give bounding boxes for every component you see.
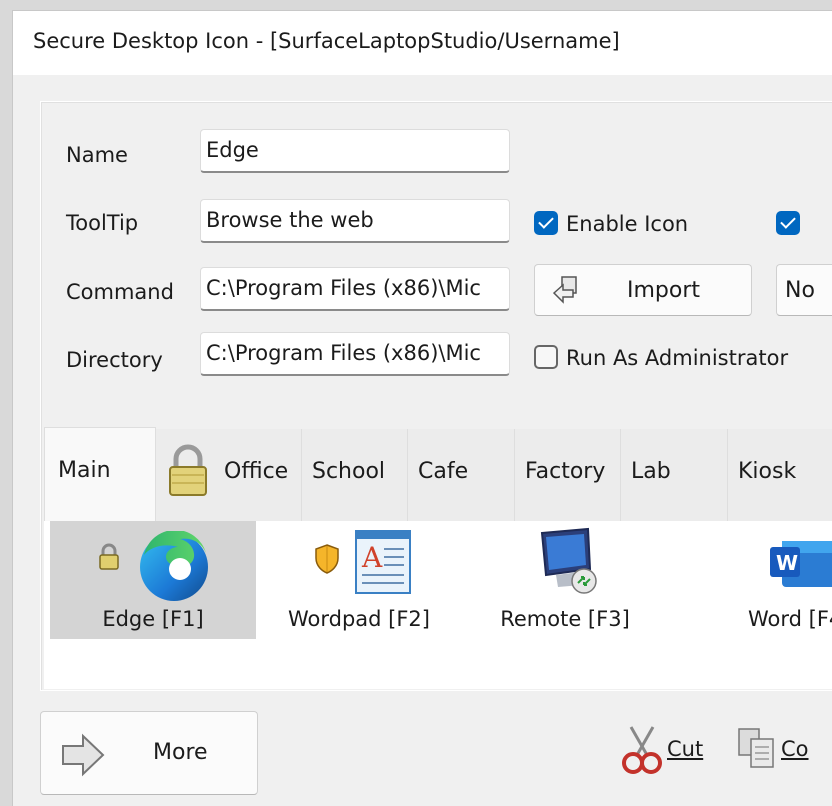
- remote-desktop-icon: [540, 527, 597, 594]
- tooltip-label: ToolTip: [66, 211, 139, 235]
- checkbox-checked-icon: [776, 211, 800, 235]
- mode-dropdown[interactable]: No: [776, 264, 832, 316]
- tab-cafe[interactable]: Cafe: [408, 429, 515, 521]
- tab-office[interactable]: Office: [156, 429, 302, 521]
- icon-list: Edge [F1] A Wordpad [F2] Remote [F3] W W…: [44, 521, 832, 689]
- icon-item-word[interactable]: W Word [F4: [668, 521, 832, 639]
- tab-kiosk[interactable]: Kiosk: [728, 429, 832, 521]
- tab-label: School: [312, 459, 386, 484]
- import-button[interactable]: Import: [534, 264, 752, 316]
- command-label: Command: [66, 280, 174, 304]
- tab-label: Office: [224, 459, 289, 484]
- title-bar[interactable]: Secure Desktop Icon - [SurfaceLaptopStud…: [13, 11, 832, 75]
- copy-label: Co: [781, 737, 809, 761]
- icon-caption: Word [F4: [748, 607, 832, 631]
- word-icon: W: [770, 541, 832, 587]
- directory-label: Directory: [66, 348, 163, 372]
- name-input[interactable]: Edge: [200, 129, 510, 173]
- name-label: Name: [66, 143, 128, 167]
- scissors-icon: [622, 726, 662, 774]
- tab-label: Factory: [525, 459, 606, 484]
- icon-caption: Wordpad [F2]: [287, 607, 430, 631]
- svg-text:W: W: [776, 551, 798, 575]
- icon-item-remote[interactable]: Remote [F3]: [462, 521, 668, 639]
- directory-input[interactable]: C:\Program Files (x86)\Mic: [200, 332, 510, 376]
- tab-label: Kiosk: [738, 459, 797, 484]
- copy-icon: [738, 728, 774, 768]
- tab-label: Lab: [631, 459, 671, 484]
- tab-label: Cafe: [418, 459, 469, 484]
- tooltip-input[interactable]: Browse the web: [200, 199, 510, 243]
- second-checkbox[interactable]: [776, 211, 808, 241]
- tab-school[interactable]: School: [302, 429, 408, 521]
- padlock-icon: [169, 444, 207, 496]
- run-as-admin-checkbox[interactable]: Run As Administrator: [534, 345, 788, 375]
- copy-button[interactable]: Co: [737, 725, 832, 775]
- import-icon: [552, 276, 577, 304]
- run-as-admin-label: Run As Administrator: [566, 346, 789, 370]
- cut-label: Cut: [667, 737, 704, 761]
- app-window: Secure Desktop Icon - [SurfaceLaptopStud…: [12, 10, 832, 806]
- tab-label: Main: [58, 458, 111, 483]
- more-label: More: [153, 740, 208, 765]
- icon-item-wordpad[interactable]: A Wordpad [F2]: [256, 521, 462, 639]
- icon-caption: Edge [F1]: [102, 607, 204, 631]
- svg-text:A: A: [361, 541, 383, 574]
- group-tabs: Main Office School Cafe Factory Lab Kios…: [44, 427, 832, 522]
- shield-icon: [315, 544, 339, 574]
- enable-icon-checkbox[interactable]: Enable Icon: [534, 211, 688, 241]
- icon-item-edge[interactable]: Edge [F1]: [50, 521, 256, 639]
- padlock-icon: [99, 543, 119, 570]
- command-input[interactable]: C:\Program Files (x86)\Mic: [200, 267, 510, 311]
- wordpad-icon: A: [355, 530, 411, 594]
- tab-main[interactable]: Main: [44, 427, 156, 522]
- icon-caption: Remote [F3]: [500, 607, 630, 631]
- enable-icon-label: Enable Icon: [566, 212, 689, 236]
- edge-icon: [140, 531, 208, 601]
- checkbox-unchecked-icon: [534, 345, 558, 369]
- window-title: Secure Desktop Icon - [SurfaceLaptopStud…: [33, 29, 620, 53]
- arrow-right-icon: [62, 733, 105, 777]
- tab-lab[interactable]: Lab: [621, 429, 728, 521]
- checkbox-checked-icon: [534, 211, 558, 235]
- import-label: Import: [627, 278, 701, 303]
- mode-dropdown-value: No: [785, 278, 815, 303]
- more-button[interactable]: More: [40, 711, 258, 795]
- tab-factory[interactable]: Factory: [515, 429, 621, 521]
